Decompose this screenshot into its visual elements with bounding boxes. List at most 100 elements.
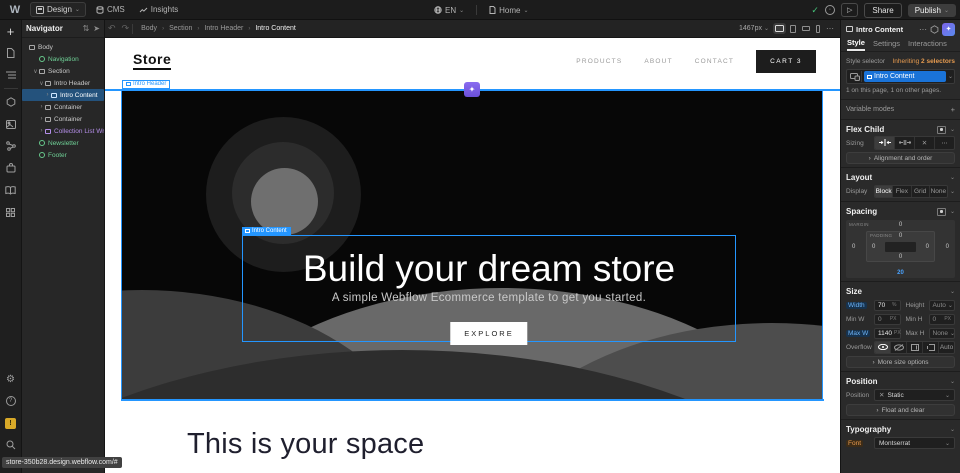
margin-right-value[interactable]: 0 — [946, 244, 949, 250]
typography-section-title[interactable]: Typography — [846, 425, 950, 434]
create-component-icon[interactable] — [930, 25, 939, 34]
tree-item-footer[interactable]: Footer — [22, 149, 104, 161]
navigator-button[interactable] — [3, 67, 19, 83]
explore-button[interactable]: EXPLORE — [450, 322, 527, 345]
max-height-select[interactable]: None ⌄ — [929, 328, 956, 339]
help-icon[interactable]: ? — [3, 393, 19, 409]
design-mode-button[interactable]: Design ⌄ — [30, 2, 86, 17]
overflow-scroll-button[interactable] — [907, 342, 923, 353]
element-menu-icon[interactable]: ⋯ — [919, 25, 927, 34]
nav-link-products[interactable]: PRODUCTS — [576, 58, 622, 65]
tree-item-newsletter[interactable]: Newsletter — [22, 137, 104, 149]
margin-left-value[interactable]: 0 — [852, 244, 855, 250]
layout-section-title[interactable]: Layout — [846, 173, 950, 182]
libraries-button[interactable] — [3, 182, 19, 198]
display-block-button[interactable]: Block — [875, 186, 893, 197]
intro-header-label-tag[interactable]: Intro Header — [122, 80, 170, 89]
comments-icon[interactable]: ◦ — [825, 5, 835, 15]
expand-caret-icon[interactable]: ∨ — [38, 80, 45, 87]
components-button[interactable] — [3, 94, 19, 110]
cms-button[interactable]: CMS — [92, 3, 129, 16]
nav-link-about[interactable]: ABOUT — [644, 58, 672, 65]
sizing-more-button[interactable]: ⋯ — [935, 137, 954, 149]
publish-button[interactable]: Publish ⌄ — [908, 4, 956, 17]
tree-item-body[interactable]: Body — [22, 41, 104, 53]
next-section-heading[interactable]: This is your space — [187, 428, 424, 461]
overflow-clip-button[interactable] — [923, 342, 939, 353]
breakpoint-indicator-icon[interactable] — [848, 71, 862, 82]
chevron-down-icon[interactable]: ⌄ — [948, 73, 953, 80]
display-none-button[interactable]: None — [930, 186, 947, 197]
add-section-handle[interactable]: ✦ — [464, 82, 480, 97]
breadcrumb-section[interactable]: Section — [169, 25, 192, 32]
sizing-grow-button[interactable] — [895, 137, 915, 149]
intro-content-label-tag[interactable]: Intro Content — [242, 227, 291, 235]
breakpoint-portrait-icon[interactable] — [816, 25, 820, 33]
width-input[interactable]: 70 % — [874, 300, 901, 311]
chevron-down-icon[interactable]: ⌄ — [950, 174, 955, 181]
pin-icon[interactable]: ➤ — [93, 24, 100, 33]
overflow-visible-button[interactable] — [875, 342, 891, 353]
share-button[interactable]: Share — [864, 3, 901, 18]
breakpoint-landscape-icon[interactable] — [802, 26, 810, 31]
tree-item-collection-list[interactable]: › Collection List Wra... — [22, 125, 104, 137]
alignment-and-order-button[interactable]: › Alignment and order — [846, 152, 955, 164]
tab-interactions[interactable]: Interactions — [908, 39, 947, 50]
expand-caret-icon[interactable]: › — [38, 128, 45, 134]
height-select[interactable]: Auto ⌄ — [929, 300, 956, 311]
logic-button[interactable] — [3, 138, 19, 154]
expand-caret-icon[interactable]: › — [38, 116, 45, 122]
display-grid-button[interactable]: Grid — [912, 186, 930, 197]
padding-area[interactable]: PADDING 0 0 0 0 — [866, 231, 935, 262]
padding-bottom-value[interactable]: 0 — [867, 254, 934, 260]
size-section-title[interactable]: Size — [846, 287, 950, 296]
chevron-down-icon[interactable]: ⌄ — [950, 126, 955, 133]
add-elements-button[interactable]: + — [3, 23, 19, 39]
min-height-input[interactable]: 0 PX — [929, 314, 956, 325]
nav-link-contact[interactable]: CONTACT — [695, 58, 734, 65]
float-and-clear-button[interactable]: › Float and clear — [846, 404, 955, 416]
padding-top-value[interactable]: 0 — [867, 233, 934, 239]
position-section-title[interactable]: Position — [846, 377, 950, 386]
padding-right-value[interactable]: 0 — [926, 244, 929, 250]
insights-button[interactable]: Insights — [135, 3, 183, 16]
pages-button[interactable] — [3, 45, 19, 61]
tree-item-section[interactable]: ∨ Section — [22, 65, 104, 77]
sizing-none-button[interactable]: ✕ — [915, 137, 935, 149]
tree-item-intro-content-selected[interactable]: › Intro Content — [22, 89, 104, 101]
display-flex-button[interactable]: Flex — [893, 186, 911, 197]
store-logo[interactable]: Store — [133, 51, 171, 70]
position-select[interactable]: ✕ Static ⌄ — [874, 389, 955, 401]
chevron-down-icon[interactable]: ⌄ — [950, 378, 955, 385]
expand-caret-icon[interactable]: › — [44, 92, 51, 98]
hero-subtitle[interactable]: A simple Webflow Ecommerce template to g… — [243, 292, 735, 304]
undo-icon[interactable]: ↶ — [108, 23, 116, 34]
breadcrumb-intro-content[interactable]: Intro Content — [255, 25, 295, 32]
flex-child-section-title[interactable]: Flex Child — [846, 125, 937, 134]
chevron-down-icon[interactable]: ⌄ — [950, 426, 955, 433]
tab-style[interactable]: Style — [847, 38, 865, 51]
cart-button[interactable]: CART 3 — [756, 50, 816, 73]
inheriting-count[interactable]: 2 selectors — [921, 58, 955, 65]
language-selector[interactable]: EN ⌄ — [430, 4, 468, 17]
more-size-options-button[interactable]: › More size options — [846, 356, 955, 368]
settings-gear-icon[interactable]: ⚙ — [3, 371, 19, 387]
intro-content-selection-box[interactable]: Intro Content Build your dream store A s… — [242, 235, 736, 342]
overflow-hidden-button[interactable] — [891, 342, 907, 353]
design-canvas[interactable]: Store PRODUCTS ABOUT CONTACT CART 3 Intr… — [105, 38, 840, 473]
hero-section[interactable]: Intro Content Build your dream store A s… — [121, 90, 823, 400]
tree-item-container[interactable]: › Container — [22, 101, 104, 113]
ecommerce-button[interactable] — [3, 160, 19, 176]
spacing-section-title[interactable]: Spacing — [846, 207, 937, 216]
assets-button[interactable] — [3, 116, 19, 132]
chevron-down-icon[interactable]: ⌄ — [950, 288, 955, 295]
padding-left-value[interactable]: 0 — [872, 244, 875, 250]
chevron-down-icon[interactable]: ⌄ — [950, 208, 955, 215]
expand-caret-icon[interactable]: › — [38, 104, 45, 110]
add-variable-mode-button[interactable]: + — [951, 105, 955, 114]
tree-item-navigation[interactable]: Navigation — [22, 53, 104, 65]
apps-button[interactable] — [3, 204, 19, 220]
more-options-icon[interactable]: ⋯ — [826, 24, 834, 33]
breakpoint-tablet-icon[interactable] — [790, 25, 796, 33]
max-width-input[interactable]: 1140 PX — [874, 328, 901, 339]
